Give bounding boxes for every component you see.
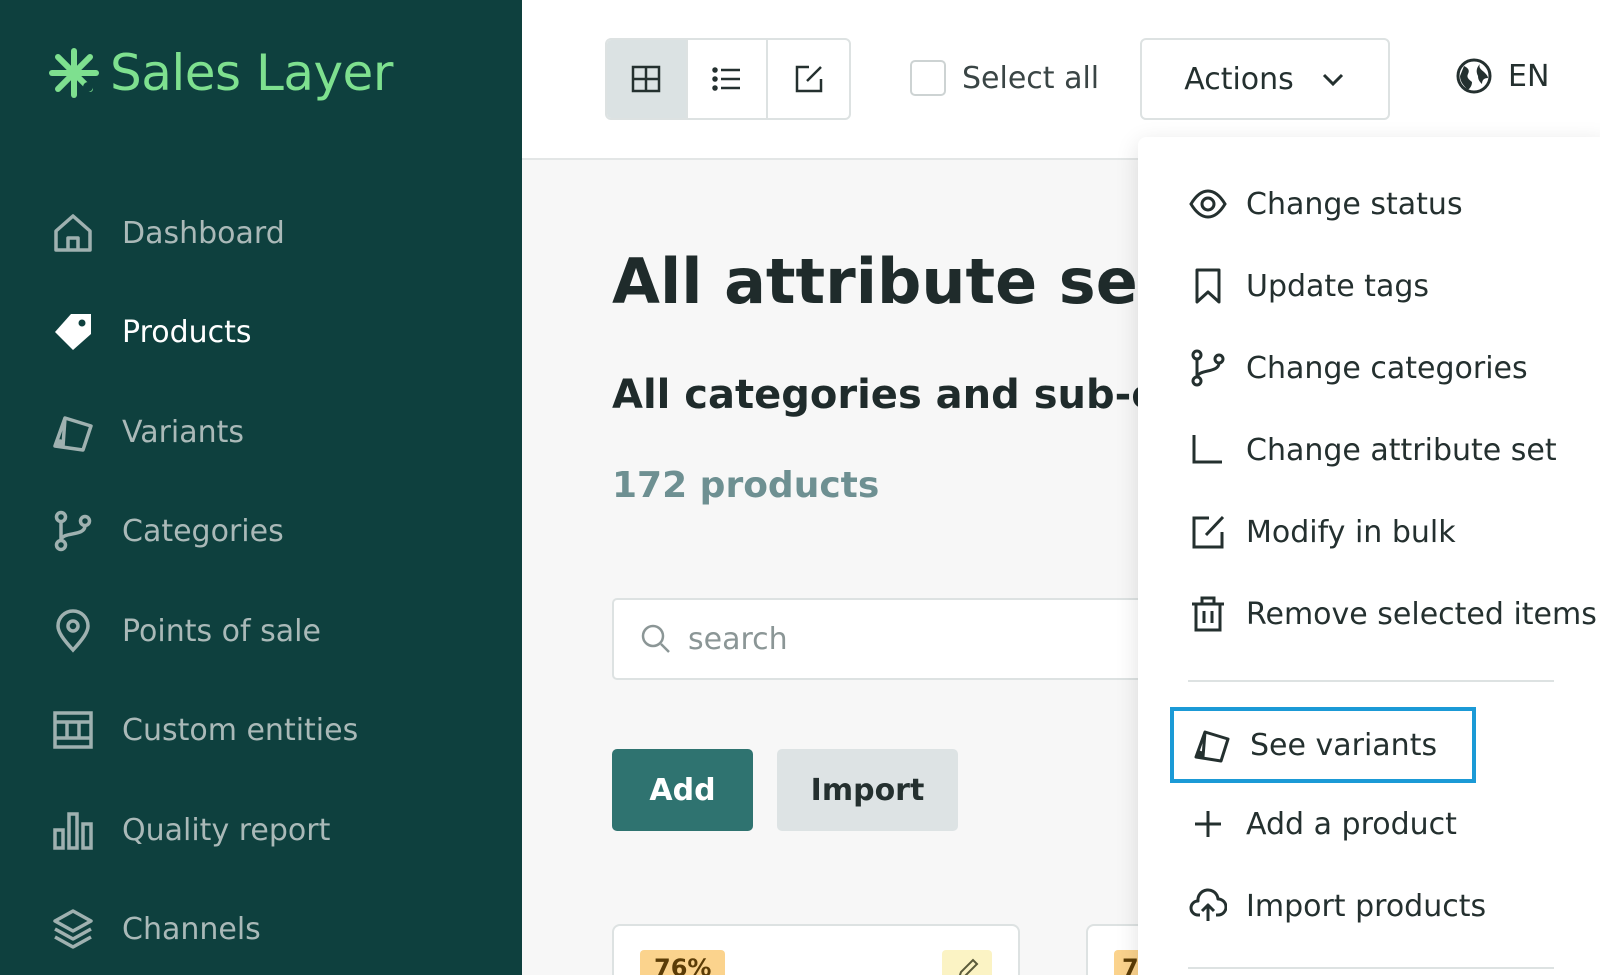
asterisk-logo-icon: [49, 48, 99, 98]
menu-item-modify-in-bulk[interactable]: Modify in bulk: [1188, 502, 1456, 562]
sidebar: Sales Layer Dashboard Products Variants …: [0, 0, 522, 975]
search-input[interactable]: [688, 621, 1088, 657]
layers-icon: [50, 906, 96, 952]
sidebar-item-dashboard[interactable]: Dashboard: [50, 203, 490, 263]
add-button[interactable]: Add: [612, 749, 753, 831]
sidebar-item-label: Custom entities: [122, 712, 359, 748]
quality-badge: 76%: [640, 950, 726, 975]
menu-item-add-product[interactable]: Add a product: [1188, 794, 1457, 854]
sidebar-item-quality-report[interactable]: Quality report: [50, 800, 490, 860]
sidebar-item-label: Products: [122, 314, 252, 350]
actions-label: Actions: [1184, 61, 1294, 97]
sidebar-item-variants[interactable]: Variants: [50, 402, 490, 462]
home-icon: [50, 210, 96, 256]
menu-item-label: Add a product: [1246, 806, 1457, 842]
select-all-checkbox[interactable]: [910, 60, 946, 96]
actions-menu: Change status Update tags Change categor…: [1138, 137, 1600, 975]
sidebar-item-label: Categories: [122, 513, 284, 549]
corner-icon: [1188, 430, 1228, 470]
menu-item-label: Import products: [1246, 888, 1487, 924]
product-card[interactable]: 76%: [612, 924, 1020, 975]
list-view-icon: [712, 67, 740, 91]
menu-divider: [1188, 967, 1554, 969]
actions-dropdown-button[interactable]: Actions: [1140, 38, 1390, 120]
sidebar-item-label: Channels: [122, 911, 261, 947]
page-title: All attribute sets: [612, 245, 1205, 318]
globe-icon: [1456, 58, 1492, 94]
sidebar-item-custom-entities[interactable]: Custom entities: [50, 700, 490, 760]
brand-name: Sales Layer: [110, 44, 393, 102]
menu-item-change-categories[interactable]: Change categories: [1188, 338, 1528, 398]
menu-item-import-products[interactable]: Import products: [1188, 876, 1486, 936]
sidebar-item-label: Points of sale: [122, 613, 321, 649]
menu-item-change-status[interactable]: Change status: [1188, 174, 1463, 234]
bar-chart-icon: [50, 807, 96, 853]
menu-item-label: Change categories: [1246, 350, 1528, 386]
swatch-icon: [50, 409, 96, 455]
menu-item-update-tags[interactable]: Update tags: [1188, 256, 1429, 316]
sidebar-item-label: Quality report: [122, 812, 331, 848]
edit-product-button[interactable]: [942, 950, 992, 975]
cloud-upload-icon: [1188, 886, 1228, 926]
swatch-icon: [1192, 725, 1232, 765]
eye-icon: [1188, 184, 1228, 224]
sidebar-item-points-of-sale[interactable]: Points of sale: [50, 601, 490, 661]
search-box[interactable]: [612, 598, 1152, 680]
menu-item-label: Remove selected items: [1246, 596, 1597, 632]
language-code: EN: [1508, 58, 1550, 94]
brand-logo[interactable]: Sales Layer: [48, 44, 393, 102]
edit-icon: [1188, 512, 1228, 552]
sidebar-item-channels[interactable]: Channels: [50, 899, 490, 959]
sidebar-item-products[interactable]: Products: [50, 302, 490, 362]
plus-icon: [1188, 804, 1228, 844]
grid-view-icon: [632, 65, 661, 93]
grid-view-button[interactable]: [607, 40, 688, 118]
import-button[interactable]: Import: [777, 749, 958, 831]
columns-icon: [50, 707, 96, 753]
trash-icon: [1188, 594, 1228, 634]
category-subtitle: All categories and sub-cate: [612, 372, 1229, 418]
menu-item-label: See variants: [1250, 727, 1438, 763]
sidebar-item-label: Variants: [122, 414, 245, 450]
product-count: 172 products: [612, 465, 880, 506]
select-all-control[interactable]: Select all: [910, 60, 1099, 96]
menu-item-label: Modify in bulk: [1246, 514, 1456, 550]
menu-item-see-variants[interactable]: See variants: [1170, 707, 1476, 783]
language-selector[interactable]: EN: [1454, 56, 1549, 96]
menu-item-label: Update tags: [1246, 268, 1430, 304]
tag-icon: [50, 309, 96, 355]
menu-divider: [1188, 680, 1554, 682]
sidebar-item-categories[interactable]: Categories: [50, 501, 490, 561]
location-pin-icon: [50, 608, 96, 654]
menu-item-label: Change attribute set: [1246, 432, 1557, 468]
menu-item-remove-selected[interactable]: Remove selected items: [1188, 584, 1597, 644]
pencil-icon: [958, 958, 979, 975]
menu-item-change-attribute-set[interactable]: Change attribute set: [1188, 420, 1557, 480]
edit-view-button[interactable]: [768, 40, 849, 118]
branch-icon: [50, 508, 96, 554]
branch-icon: [1188, 348, 1228, 388]
edit-view-icon: [795, 65, 822, 93]
chevron-down-icon: [1322, 73, 1343, 87]
view-mode-toggle: [605, 38, 851, 120]
search-icon: [641, 624, 670, 653]
sidebar-item-label: Dashboard: [122, 215, 285, 251]
select-all-label: Select all: [962, 60, 1100, 96]
list-view-button[interactable]: [688, 40, 769, 118]
top-toolbar: Select all Actions EN: [522, 0, 1600, 160]
bookmark-icon: [1188, 266, 1228, 306]
menu-item-label: Change status: [1246, 186, 1463, 222]
